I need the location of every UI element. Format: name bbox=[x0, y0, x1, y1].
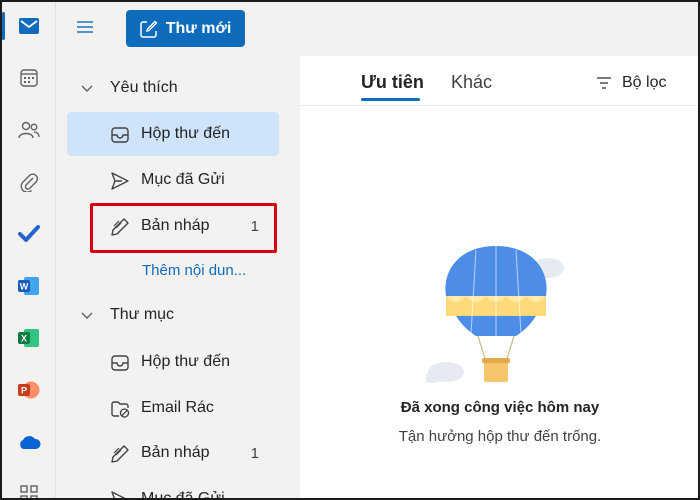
unread-count: 1 bbox=[250, 444, 259, 462]
nav-item-label: Hộp thư đến bbox=[141, 125, 230, 142]
rail-files[interactable] bbox=[2, 160, 56, 204]
folders-title: Thư mục bbox=[110, 306, 175, 323]
nav-item-label: Mục đã Gửi bbox=[141, 490, 225, 500]
people-icon bbox=[18, 121, 40, 139]
word-icon: W bbox=[18, 277, 39, 295]
empty-state-title: Đã xong công việc hôm nay bbox=[400, 399, 600, 416]
inbox-icon bbox=[111, 127, 129, 143]
sent-icon bbox=[111, 172, 129, 190]
tab-focused[interactable]: Ưu tiên bbox=[361, 72, 424, 93]
compose-icon bbox=[139, 20, 158, 38]
nav-item-label: Mục đã Gửi bbox=[141, 171, 225, 188]
folder-item-drafts[interactable]: Bản nháp 1 bbox=[67, 431, 279, 475]
rail-excel[interactable]: X bbox=[2, 316, 56, 360]
nav-item-label: Bản nháp bbox=[141, 444, 210, 461]
hamburger-icon bbox=[77, 21, 93, 33]
junk-icon bbox=[111, 401, 130, 418]
svg-text:W: W bbox=[20, 282, 29, 292]
outlook-window: W X P Thư mới Yêu thích Hộp thư đến Mục … bbox=[0, 0, 700, 500]
folder-pane: Thư mới Yêu thích Hộp thư đến Mục đã Gửi… bbox=[56, 2, 300, 498]
folder-item-inbox[interactable]: Hộp thư đến bbox=[67, 340, 279, 384]
nav-item-label: Hộp thư đến bbox=[141, 353, 230, 370]
folders-header[interactable]: Thư mục bbox=[80, 304, 174, 326]
rail-more-apps[interactable] bbox=[2, 472, 56, 498]
app-rail: W X P bbox=[2, 2, 56, 498]
inbox-icon bbox=[111, 355, 129, 371]
onedrive-icon bbox=[20, 436, 41, 449]
chevron-down-icon bbox=[81, 85, 93, 92]
svg-text:P: P bbox=[21, 386, 27, 396]
mail-icon bbox=[19, 18, 39, 34]
sent-icon bbox=[111, 491, 126, 498]
todo-icon bbox=[18, 225, 40, 242]
hot-air-balloon-illustration bbox=[426, 246, 564, 383]
new-mail-button[interactable]: Thư mới bbox=[126, 10, 245, 47]
favorites-title: Yêu thích bbox=[110, 79, 178, 96]
favorites-header[interactable]: Yêu thích bbox=[80, 77, 178, 99]
folder-item-junk[interactable]: Email Rác bbox=[67, 386, 279, 430]
hamburger-menu-button[interactable] bbox=[76, 20, 96, 40]
svg-text:X: X bbox=[21, 334, 27, 344]
message-list-pane: Ưu tiên Khác Bộ lọc Đã xong công việc hô… bbox=[300, 56, 698, 498]
rail-mail[interactable] bbox=[2, 4, 56, 48]
excel-icon: X bbox=[18, 329, 39, 347]
tab-other[interactable]: Khác bbox=[451, 72, 492, 93]
rail-todo[interactable] bbox=[2, 212, 56, 256]
attachment-icon bbox=[20, 173, 38, 192]
more-apps-icon bbox=[20, 485, 38, 498]
calendar-icon bbox=[20, 69, 38, 87]
rail-powerpoint[interactable]: P bbox=[2, 368, 56, 412]
rail-word[interactable]: W bbox=[2, 264, 56, 308]
new-mail-label: Thư mới bbox=[165, 19, 232, 37]
filter-icon bbox=[597, 77, 611, 89]
filter-button[interactable]: Bộ lọc bbox=[596, 74, 666, 92]
highlight-annotation bbox=[90, 203, 277, 253]
chevron-down-icon bbox=[81, 312, 93, 319]
folder-item-sent[interactable]: Mục đã Gửi bbox=[67, 477, 279, 500]
powerpoint-icon: P bbox=[18, 381, 40, 399]
inbox-tabs: Ưu tiên Khác Bộ lọc bbox=[300, 56, 698, 106]
empty-state-subtitle: Tận hưởng hộp thư đến trống. bbox=[398, 428, 602, 445]
nav-item-label: Email Rác bbox=[141, 399, 214, 416]
active-tab-indicator bbox=[361, 98, 420, 101]
favorites-item-inbox[interactable]: Hộp thư đến bbox=[67, 112, 279, 156]
draft-icon bbox=[111, 445, 129, 463]
rail-calendar[interactable] bbox=[2, 56, 56, 100]
favorites-item-sent[interactable]: Mục đã Gửi bbox=[67, 158, 279, 202]
add-favorite-link[interactable]: Thêm nội dun... bbox=[142, 262, 246, 279]
filter-label: Bộ lọc bbox=[622, 74, 667, 91]
rail-people[interactable] bbox=[2, 108, 56, 152]
rail-onedrive[interactable] bbox=[2, 420, 56, 464]
